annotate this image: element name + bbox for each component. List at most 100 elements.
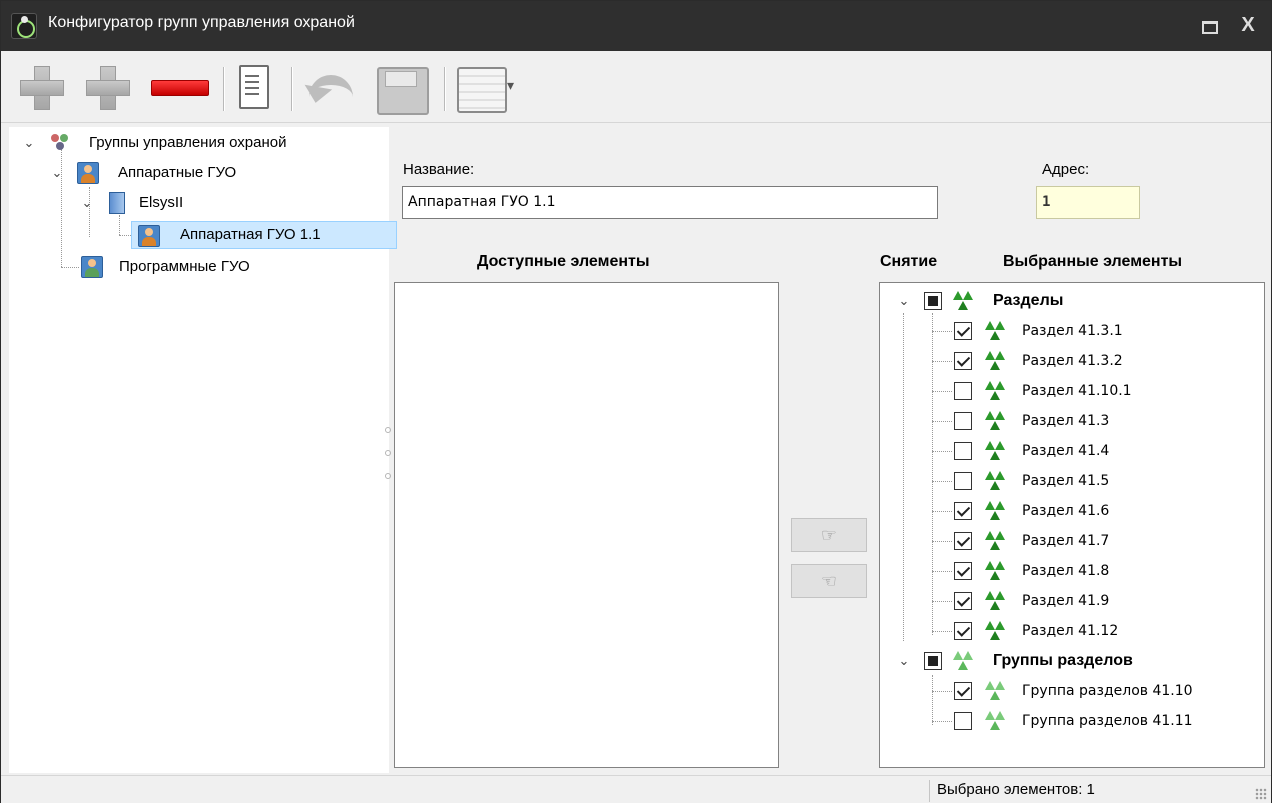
name-field[interactable]: Аппаратная ГУО 1.1 — [402, 186, 938, 219]
splitter-grip[interactable] — [385, 473, 391, 479]
address-label: Адрес: — [1042, 161, 1090, 178]
tree-item-row[interactable]: Раздел 41.6 — [880, 496, 1260, 526]
item-checkbox[interactable] — [954, 502, 972, 520]
group-checkbox[interactable] — [924, 652, 942, 670]
tree-item-row[interactable]: Раздел 41.9 — [880, 586, 1260, 616]
add-icon[interactable] — [17, 63, 65, 111]
item-checkbox[interactable] — [954, 352, 972, 370]
section-icon — [984, 530, 1006, 552]
item-checkbox[interactable] — [954, 382, 972, 400]
address-field[interactable]: 1 — [1036, 186, 1140, 219]
item-checkbox[interactable] — [954, 472, 972, 490]
software-group-icon — [81, 256, 103, 278]
device-icon — [109, 192, 125, 214]
tree-item-label: Раздел 41.7 — [1022, 533, 1110, 549]
tree-line — [932, 631, 952, 632]
tree-item-software[interactable]: Программные ГУО — [9, 253, 389, 281]
restore-button[interactable] — [1194, 11, 1222, 39]
hardware-group-icon — [77, 162, 99, 184]
item-checkbox[interactable] — [954, 442, 972, 460]
section-icon — [984, 410, 1006, 432]
section-group-icon — [984, 680, 1006, 702]
tree-group-label: Разделы — [993, 292, 1064, 309]
tree-item-device[interactable]: ⌄ ElsysII — [9, 189, 389, 217]
tree-item-hardware[interactable]: ⌄ Аппаратные ГУО — [9, 159, 389, 187]
status-separator — [929, 780, 930, 802]
tree-item-row[interactable]: Раздел 41.5 — [880, 466, 1260, 496]
item-checkbox[interactable] — [954, 532, 972, 550]
tree-line — [932, 421, 952, 422]
item-checkbox[interactable] — [954, 562, 972, 580]
tree-item-label: Раздел 41.3.1 — [1022, 323, 1123, 339]
tree-line — [119, 215, 120, 235]
chevron-down-icon[interactable]: ⌄ — [896, 286, 912, 316]
tree-item-row[interactable]: Раздел 41.4 — [880, 436, 1260, 466]
toolbar — [1, 51, 1271, 123]
tree-item-row[interactable]: Раздел 41.3.1 — [880, 316, 1260, 346]
tree-item-label: Раздел 41.12 — [1022, 623, 1119, 639]
view-options-icon[interactable] — [453, 63, 517, 113]
chevron-down-icon[interactable]: ⌄ — [896, 646, 912, 676]
app-icon — [11, 13, 37, 39]
section-group-icon — [952, 650, 974, 672]
add-child-icon[interactable] — [83, 63, 131, 111]
tree-item-label: ElsysII — [139, 194, 184, 211]
tree-line — [932, 481, 952, 482]
move-right-button[interactable]: ☞ — [791, 518, 867, 552]
tree-item-row[interactable]: Группа разделов 41.11 — [880, 706, 1260, 736]
tree-item-row[interactable]: Раздел 41.8 — [880, 556, 1260, 586]
tree-item-label: Раздел 41.3 — [1022, 413, 1110, 429]
item-checkbox[interactable] — [954, 412, 972, 430]
tree-line — [932, 571, 952, 572]
resize-grip-icon[interactable] — [1255, 788, 1267, 800]
tree-line — [932, 331, 952, 332]
tree-item-label: Группа разделов 41.11 — [1022, 713, 1193, 729]
selected-tree[interactable]: ⌄ Разделы Раздел 41.3.1 Раздел 41.3.2 Раздел… — [879, 282, 1265, 768]
tree-line — [932, 511, 952, 512]
tree-item-root[interactable]: ⌄ Группы управления охраной — [9, 129, 389, 157]
tree-item-label: Раздел 41.3.2 — [1022, 353, 1123, 369]
toolbar-separator — [223, 67, 225, 111]
tree-item-row[interactable]: Раздел 41.7 — [880, 526, 1260, 556]
available-header: Доступные элементы — [477, 253, 650, 270]
available-list[interactable] — [394, 282, 779, 768]
delete-icon[interactable] — [149, 63, 209, 111]
undo-icon[interactable] — [301, 63, 361, 111]
move-left-button[interactable]: ☜ — [791, 564, 867, 598]
name-label: Название: — [403, 161, 475, 178]
tree-line — [932, 361, 952, 362]
item-checkbox[interactable] — [954, 712, 972, 730]
item-checkbox[interactable] — [954, 682, 972, 700]
tree-item-row[interactable]: Раздел 41.12 — [880, 616, 1260, 646]
chevron-down-icon[interactable]: ⌄ — [21, 129, 37, 157]
title-bar: Конфигуратор групп управления охраной X — [1, 1, 1271, 51]
tree-group-row[interactable]: ⌄ Разделы — [880, 286, 1260, 316]
splitter-grip[interactable] — [385, 450, 391, 456]
section-icon — [984, 320, 1006, 342]
item-checkbox[interactable] — [954, 592, 972, 610]
close-button[interactable]: X — [1234, 11, 1262, 39]
splitter-grip[interactable] — [385, 427, 391, 433]
item-checkbox[interactable] — [954, 622, 972, 640]
selected-header: Выбранные элементы — [1003, 253, 1183, 270]
tree-item-row[interactable]: Группа разделов 41.10 — [880, 676, 1260, 706]
save-icon[interactable] — [371, 63, 431, 115]
item-checkbox[interactable] — [954, 322, 972, 340]
toolbar-separator — [291, 67, 293, 111]
disarm-header: Снятие — [880, 253, 938, 270]
tree-item-row[interactable]: Раздел 41.3.2 — [880, 346, 1260, 376]
tree-item-row[interactable]: Раздел 41.10.1 — [880, 376, 1260, 406]
groups-icon — [49, 132, 71, 154]
tree-item-selected[interactable]: Аппаратная ГУО 1.1 — [131, 221, 397, 249]
tree-line — [932, 541, 952, 542]
tree-item-label: Программные ГУО — [119, 258, 250, 275]
tree-item-row[interactable]: Раздел 41.3 — [880, 406, 1260, 436]
tree-group-row[interactable]: ⌄ Группы разделов — [880, 646, 1260, 676]
groups-tree[interactable]: ⌄ Группы управления охраной ⌄ Аппаратные… — [9, 127, 397, 773]
document-icon[interactable] — [233, 63, 273, 111]
tree-item-label: Раздел 41.6 — [1022, 503, 1110, 519]
chevron-down-icon[interactable]: ⌄ — [49, 159, 65, 187]
chevron-down-icon[interactable]: ⌄ — [79, 189, 95, 217]
section-icon — [984, 560, 1006, 582]
group-checkbox[interactable] — [924, 292, 942, 310]
